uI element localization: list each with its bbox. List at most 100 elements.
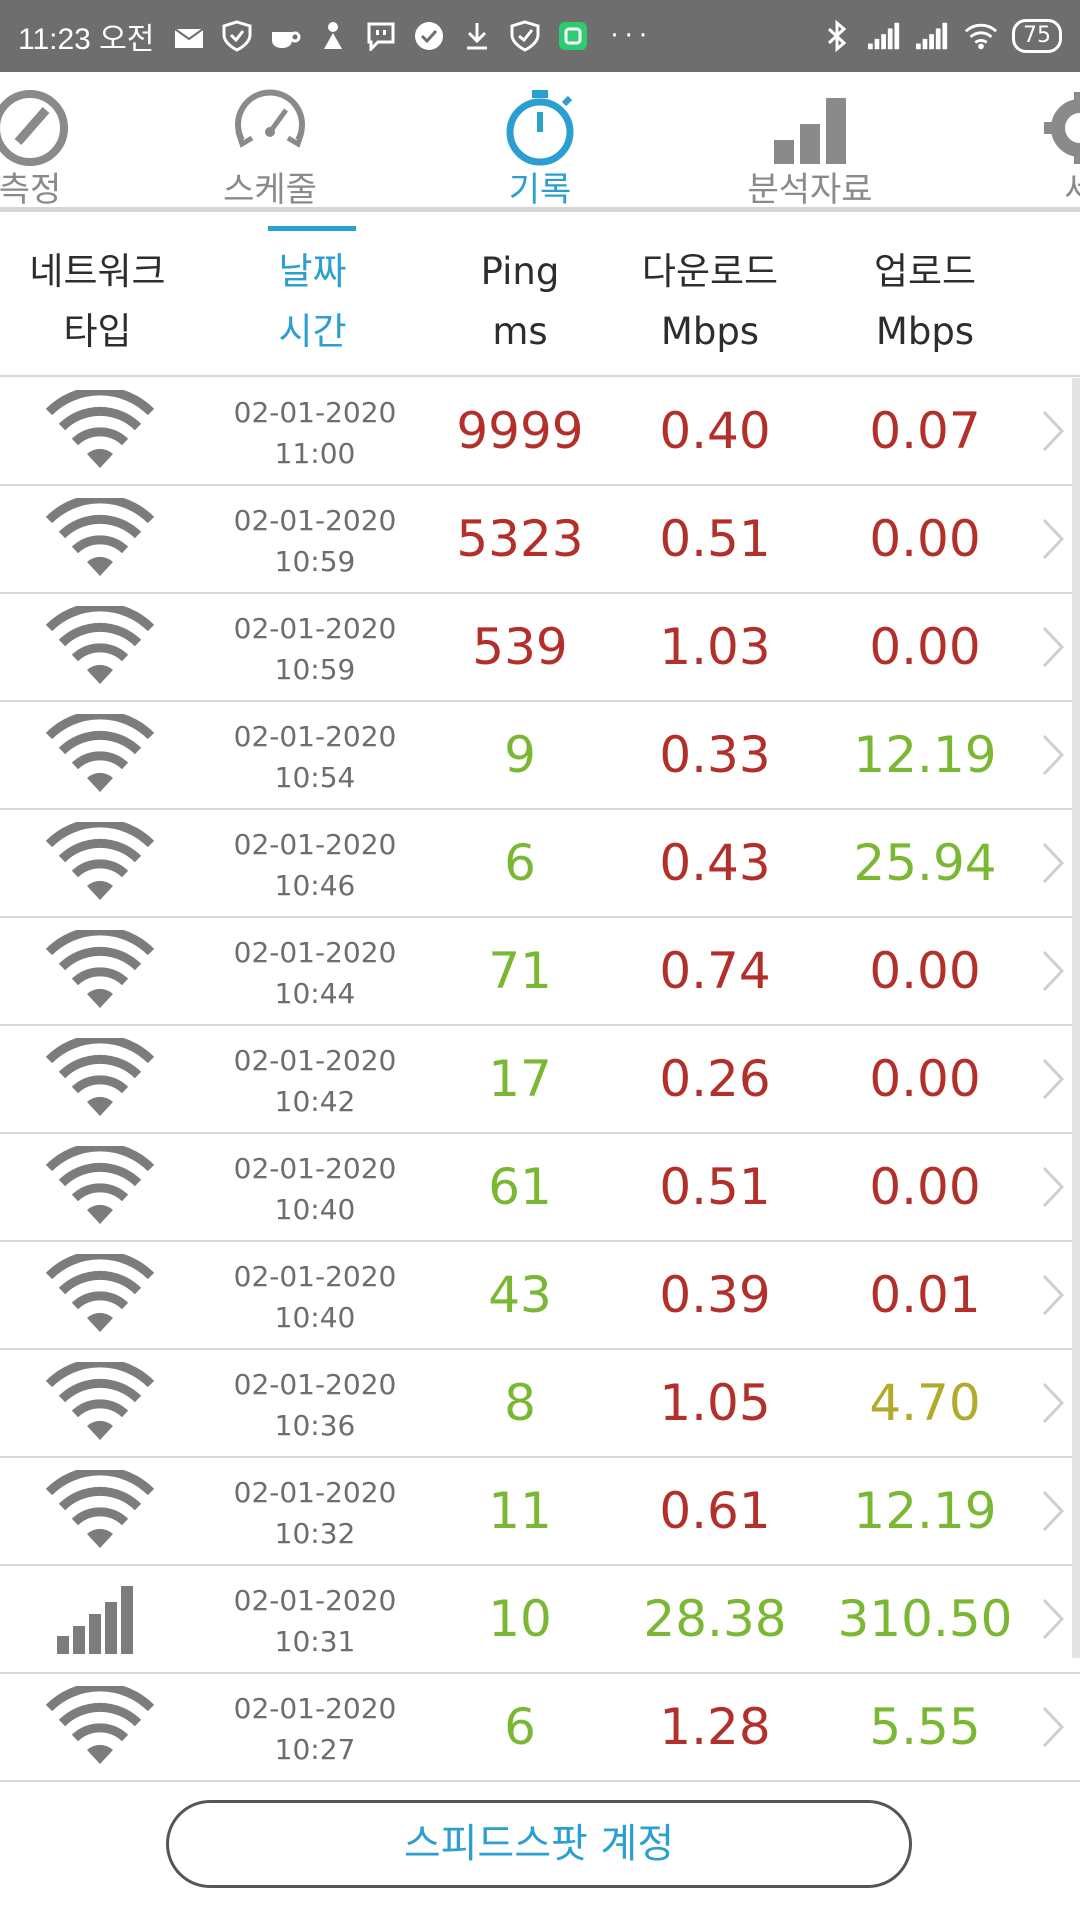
- row-ping: 71: [488, 942, 552, 1000]
- chevron-right-icon: [1038, 948, 1068, 994]
- row-date: 02-01-2020: [233, 720, 397, 753]
- cup-icon: [268, 19, 302, 53]
- row-download: 0.61: [659, 1482, 771, 1540]
- column-download[interactable]: 다운로드 Mbps: [610, 242, 810, 362]
- wifi-icon: [45, 710, 155, 794]
- row-ping: 17: [488, 1050, 552, 1108]
- tab-schedule[interactable]: 스케줄: [170, 72, 370, 207]
- row-datetime: 02-01-2020 10:40: [215, 1256, 415, 1338]
- row-datetime: 02-01-2020 10:27: [215, 1688, 415, 1770]
- download-icon: [460, 19, 494, 53]
- column-label: 다운로드: [641, 250, 779, 293]
- row-datetime: 02-01-2020 11:00: [215, 392, 415, 474]
- row-time: 10:44: [274, 977, 356, 1010]
- tab-history[interactable]: 기록: [440, 72, 640, 207]
- row-time: 11:00: [274, 437, 356, 470]
- row-datetime: 02-01-2020 10:59: [215, 500, 415, 582]
- row-time: 10:32: [274, 1517, 356, 1550]
- history-row[interactable]: 02-01-2020 10:40 61 0.51 0.00: [0, 1134, 1080, 1242]
- row-upload: 310.50: [837, 1590, 1013, 1648]
- wifi-icon: [45, 1466, 155, 1550]
- row-download: 0.43: [659, 834, 771, 892]
- row-download: 1.05: [659, 1374, 771, 1432]
- column-label: 업로드: [873, 250, 977, 293]
- row-download: 0.74: [659, 942, 771, 1000]
- column-label: ms: [492, 310, 548, 353]
- row-datetime: 02-01-2020 10:46: [215, 824, 415, 906]
- history-row[interactable]: 02-01-2020 10:31 10 28.38 310.50: [0, 1566, 1080, 1674]
- row-datetime: 02-01-2020 10:42: [215, 1040, 415, 1122]
- row-ping: 9: [504, 726, 536, 784]
- gauge-icon: [0, 90, 68, 166]
- chevron-right-icon: [1038, 1272, 1068, 1318]
- history-row[interactable]: 02-01-2020 10:40 43 0.39 0.01: [0, 1242, 1080, 1350]
- row-date: 02-01-2020: [233, 612, 397, 645]
- history-row[interactable]: 02-01-2020 10:32 11 0.61 12.19: [0, 1458, 1080, 1566]
- history-row[interactable]: 02-01-2020 10:54 9 0.33 12.19: [0, 702, 1080, 810]
- column-date-time[interactable]: 날짜 시간: [215, 242, 410, 362]
- row-time: 10:42: [274, 1085, 356, 1118]
- speedspot-account-button[interactable]: 스피드스팟 계정: [166, 1800, 912, 1888]
- figure-icon: [316, 19, 350, 53]
- row-ping: 539: [472, 618, 568, 676]
- signal-icon: [868, 19, 902, 53]
- battery-icon: 75: [1012, 19, 1062, 53]
- row-download: 0.26: [659, 1050, 771, 1108]
- row-upload: 12.19: [853, 1482, 997, 1540]
- row-ping: 8: [504, 1374, 536, 1432]
- row-datetime: 02-01-2020 10:54: [215, 716, 415, 798]
- row-download: 0.39: [659, 1266, 771, 1324]
- chevron-right-icon: [1038, 1380, 1068, 1426]
- wifi-icon: [964, 19, 998, 53]
- row-datetime: 02-01-2020 10:59: [215, 608, 415, 690]
- tab-measure[interactable]: 측정: [0, 72, 130, 207]
- row-time: 10:27: [274, 1733, 356, 1766]
- wifi-icon: [45, 1250, 155, 1334]
- column-header: 네트워크 타입 날짜 시간 Ping ms 다운로드 Mbps 업로드 Mbps: [0, 212, 1080, 377]
- chevron-right-icon: [1038, 624, 1068, 670]
- row-date: 02-01-2020: [233, 504, 397, 537]
- wifi-icon: [45, 1682, 155, 1766]
- row-ping: 43: [488, 1266, 552, 1324]
- history-row[interactable]: 02-01-2020 10:44 71 0.74 0.00: [0, 918, 1080, 1026]
- column-ping[interactable]: Ping ms: [420, 242, 620, 362]
- history-row[interactable]: 02-01-2020 11:00 9999 0.40 0.07: [0, 378, 1080, 486]
- row-download: 0.51: [659, 510, 771, 568]
- column-label: Mbps: [875, 310, 975, 353]
- gear-icon: [1044, 92, 1080, 164]
- chevron-right-icon: [1038, 408, 1068, 454]
- status-time: 11:23 오전: [18, 23, 155, 56]
- row-date: 02-01-2020: [233, 936, 397, 969]
- tab-settings[interactable]: 세: [980, 72, 1080, 207]
- tab-analysis[interactable]: 분석자료: [710, 72, 910, 207]
- row-download: 28.38: [643, 1590, 787, 1648]
- row-upload: 0.00: [869, 1050, 981, 1108]
- history-row[interactable]: 02-01-2020 10:42 17 0.26 0.00: [0, 1026, 1080, 1134]
- tab-bar: 측정 스케줄 기록 분석자료: [0, 72, 1080, 212]
- app-icon: [556, 19, 590, 53]
- stopwatch-icon: [506, 90, 574, 166]
- history-row[interactable]: 02-01-2020 10:59 5323 0.51 0.00: [0, 486, 1080, 594]
- row-upload: 0.00: [869, 618, 981, 676]
- chevron-right-icon: [1038, 1488, 1068, 1534]
- row-upload: 0.00: [869, 510, 981, 568]
- wifi-icon: [45, 1034, 155, 1118]
- row-upload: 0.07: [869, 402, 981, 460]
- row-datetime: 02-01-2020 10:32: [215, 1472, 415, 1554]
- history-list: 02-01-2020 11:00 9999 0.40 0.07 02-01-2020 10:…: [0, 378, 1080, 1782]
- history-row[interactable]: 02-01-2020 10:36 8 1.05 4.70: [0, 1350, 1080, 1458]
- row-time: 10:31: [274, 1625, 356, 1658]
- tab-label: 측정: [0, 170, 62, 210]
- history-row[interactable]: 02-01-2020 10:46 6 0.43 25.94: [0, 810, 1080, 918]
- row-date: 02-01-2020: [233, 1584, 397, 1617]
- wifi-icon: [45, 494, 155, 578]
- scrollbar[interactable]: [1072, 378, 1080, 1658]
- column-upload[interactable]: 업로드 Mbps: [825, 242, 1025, 362]
- wifi-icon: [45, 818, 155, 902]
- row-date: 02-01-2020: [233, 396, 397, 429]
- history-row[interactable]: 02-01-2020 10:59 539 1.03 0.00: [0, 594, 1080, 702]
- row-date: 02-01-2020: [233, 1260, 397, 1293]
- history-row[interactable]: 02-01-2020 10:27 6 1.28 5.55: [0, 1674, 1080, 1782]
- column-network-type[interactable]: 네트워크 타입: [0, 242, 195, 362]
- cellular-signal-icon: [45, 1578, 155, 1658]
